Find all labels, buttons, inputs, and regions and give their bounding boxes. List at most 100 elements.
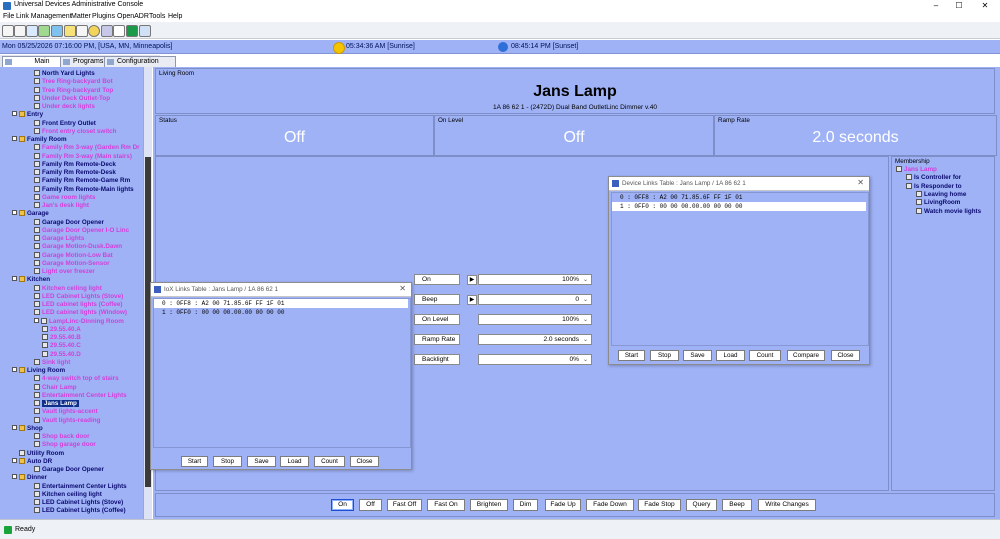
query-icon[interactable] [51, 25, 63, 37]
tree-node[interactable]: North Yard Lights [34, 70, 95, 78]
tree-folder[interactable]: Garage [12, 210, 49, 218]
command-fade-stop-button[interactable]: Fade Stop [638, 499, 681, 511]
stop-button[interactable]: Stop [650, 350, 679, 361]
command-beep-button[interactable]: Beep [722, 499, 752, 511]
tree-node[interactable]: Under Deck Outlet-Top [34, 94, 110, 103]
count-button[interactable]: Count [314, 456, 345, 467]
membership-item[interactable]: Is Responder to [906, 182, 962, 191]
close-icon[interactable]: ✕ [857, 178, 864, 187]
menu-plugins[interactable]: Plugins [92, 12, 115, 22]
membership-item[interactable]: LivingRoom [916, 199, 960, 207]
tree-node[interactable]: Jan's desk light [34, 202, 89, 210]
command-off-button[interactable]: Off [359, 499, 382, 511]
property-button-0[interactable]: On [414, 274, 460, 285]
property-select-0[interactable]: 100% ⌄ [478, 274, 592, 285]
tree-node[interactable]: 4-way switch top of stairs [34, 375, 119, 383]
tree-node[interactable]: Garage Door Opener [34, 218, 104, 227]
tree-node[interactable]: LED cabinet lights (Window) [34, 309, 127, 317]
command-fade-up-button[interactable]: Fade Up [545, 499, 581, 511]
tree-node[interactable]: Garage Motion-Dusk.Dawn [34, 243, 122, 251]
links-icon[interactable] [76, 25, 88, 37]
save-button[interactable]: Save [247, 456, 276, 467]
tree-node[interactable]: Family Rm Remote-Game Rm [34, 177, 130, 185]
tree-node[interactable]: Garage Lights [34, 235, 84, 243]
command-query-button[interactable]: Query [686, 499, 717, 511]
tree-expander-icon[interactable] [12, 474, 17, 480]
command-dim-button[interactable]: Dim [513, 499, 538, 511]
command-fast-off-button[interactable]: Fast Off [387, 499, 422, 511]
load-button[interactable]: Load [716, 350, 745, 361]
tree-node[interactable]: Entertainment Center Lights [34, 482, 127, 491]
network-icon[interactable] [38, 25, 50, 37]
tree-expander-icon[interactable] [12, 210, 17, 216]
close-window-button[interactable]: ✕ [974, 0, 996, 12]
close-button[interactable]: Close [350, 456, 379, 467]
tree-node[interactable]: Tree Ring-backyard Top [34, 86, 113, 95]
property-button-3[interactable]: Ramp Rate [414, 334, 460, 345]
tree-node[interactable]: Garage Door Opener [34, 466, 104, 474]
table-row[interactable]: 1 : 0FF0 : 00 00 00.00.00 00 00 00 [154, 308, 408, 317]
tree-node[interactable]: 29.55.40.A [42, 325, 81, 334]
new-device-icon[interactable] [26, 25, 38, 37]
start-button[interactable]: Start [618, 350, 645, 361]
tree-node[interactable]: Garage Door Opener I-O Linc [34, 226, 129, 235]
table-row[interactable]: 1 : 0FF0 : 00 00 00.00.00 00 00 00 [612, 202, 866, 211]
scene-icon[interactable] [101, 25, 113, 37]
apply-arrow-icon[interactable]: ▶ [467, 275, 477, 285]
maximize-button[interactable]: ☐ [948, 0, 970, 12]
tree-expander-icon[interactable] [12, 457, 17, 463]
membership-item[interactable]: Is Controller for [906, 174, 961, 182]
tree-node[interactable]: Family Rm 3-way (Garden Rm Dr [34, 144, 140, 152]
command-on-button[interactable]: On [331, 499, 354, 511]
apply-arrow-icon[interactable]: ▶ [467, 295, 477, 305]
status-icon[interactable] [126, 25, 138, 37]
tree-expander-icon[interactable] [12, 276, 17, 282]
command-brighten-button[interactable]: Brighten [470, 499, 508, 511]
menu-openadr[interactable]: OpenADR [117, 12, 149, 22]
tree-node[interactable]: Kitchen ceiling light [34, 284, 102, 293]
minimize-button[interactable]: – [925, 0, 947, 12]
tree-node[interactable]: Sink light [34, 358, 70, 367]
copy-icon[interactable] [14, 25, 26, 37]
tree-node[interactable]: Family Rm Remote-Desk [34, 169, 116, 177]
tree-node[interactable]: Light over freezer [34, 268, 95, 276]
tree-node[interactable]: LampLinc-Dinning Room [34, 317, 124, 326]
count-button[interactable]: Count [749, 350, 781, 361]
tree-expander-icon[interactable] [12, 424, 17, 430]
tree-node[interactable]: LED Cabinet Lights (Stove) [34, 292, 123, 301]
property-button-4[interactable]: Backlight [414, 354, 460, 365]
tree-node[interactable]: Family Rm Remote-Main lights [34, 185, 134, 194]
tree-node[interactable]: Tree Ring-backyard Bot [34, 78, 113, 86]
clock-icon[interactable] [88, 25, 100, 37]
tree-node[interactable]: Front Entry Outlet [34, 119, 96, 128]
property-select-2[interactable]: 100% ⌄ [478, 314, 592, 325]
tree-expander-icon[interactable] [12, 136, 17, 141]
tree-node[interactable]: Chair Lamp [34, 383, 77, 392]
tree-node[interactable]: Family Rm 3-way (Main stairs) [34, 152, 132, 161]
window-icon[interactable] [139, 25, 151, 37]
tree-node[interactable]: Shop garage door [34, 441, 96, 449]
tree-node[interactable]: LED cabinet lights (Coffee) [34, 301, 122, 309]
tree-node[interactable]: 29.55.40.B [42, 334, 81, 342]
property-select-4[interactable]: 0% ⌄ [478, 354, 592, 365]
command-write-changes-button[interactable]: Write Changes [758, 499, 816, 511]
tree-expander-icon[interactable] [12, 111, 17, 117]
tree-folder[interactable]: Kitchen [12, 276, 50, 284]
tree-node[interactable]: LED Cabinet Lights (Coffee) [34, 507, 126, 515]
membership-item[interactable]: Watch movie lights [916, 207, 981, 216]
menu-help[interactable]: Help [168, 12, 182, 22]
save-icon[interactable] [2, 25, 14, 37]
tree-node[interactable]: Family Rm Remote-Deck [34, 160, 116, 169]
tree-node[interactable]: Entertainment Center Lights [34, 391, 127, 400]
tree-node[interactable]: 29.55.40.C [42, 342, 81, 350]
close-icon[interactable]: ✕ [399, 284, 406, 293]
tree-node[interactable]: Under deck lights [34, 103, 95, 111]
tree-node[interactable]: Vault lights-accent [34, 408, 98, 416]
tree-folder[interactable]: Living Room [12, 367, 65, 375]
tree-node[interactable]: Garage Motion-Sensor [34, 259, 110, 268]
tree-node[interactable]: Shop back door [34, 433, 90, 441]
tree-folder[interactable]: Dinner [12, 474, 47, 482]
tree-node[interactable]: Jans Lamp [34, 400, 79, 408]
save-button[interactable]: Save [683, 350, 712, 361]
property-select-1[interactable]: 0 ⌄ [478, 294, 592, 305]
